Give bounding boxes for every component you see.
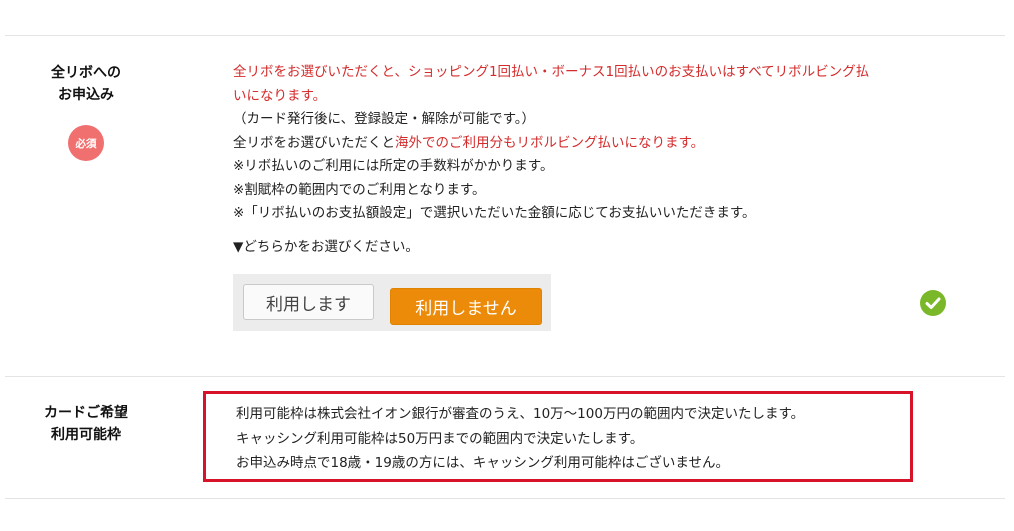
description-line: 全リボをお選びいただくと海外でのご利用分もリボルビング払いになります。 — [233, 132, 869, 156]
divider-middle — [5, 376, 1005, 377]
label-line: 利用可能枠 — [51, 427, 121, 443]
description-line: 全リボをお選びいただくと、ショッピング1回払い・ボーナス1回払いのお支払いはすべ… — [233, 64, 870, 80]
divider-bottom — [5, 498, 1005, 499]
description-line: ※「リボ払いのお支払額設定」で選択いただいた金額に応じてお支払いいただきます。 — [233, 205, 756, 221]
do-not-use-button[interactable]: 利用しません — [390, 288, 542, 325]
description-line: いになります。 — [233, 87, 327, 104]
description-line: ※リボ払いのご利用には所定の手数料がかかります。 — [233, 158, 554, 174]
section-label-credit-limit: カードご希望 利用可能枠 — [30, 402, 142, 446]
highlight-box: 利用可能枠は株式会社イオン銀行が審査のうえ、10万～100万円の範囲内で決定いた… — [203, 391, 913, 482]
description-text: 全リボをお選びいただくと — [233, 134, 395, 151]
use-button[interactable]: 利用します — [243, 284, 374, 320]
label-line: カードご希望 — [44, 405, 128, 421]
revo-choice-group: 利用します 利用しません — [233, 274, 551, 331]
description-line: 利用可能枠は株式会社イオン銀行が審査のうえ、10万～100万円の範囲内で決定いた… — [236, 406, 805, 422]
required-badge: 必須 — [68, 125, 104, 161]
description-line: キャッシング利用可能枠は50万円までの範囲内で決定いたします。 — [236, 430, 644, 447]
choice-prompt: ▼どちらかをお選びください。 — [233, 239, 419, 255]
divider-top — [5, 35, 1005, 36]
credit-limit-description: 利用可能枠は株式会社イオン銀行が審査のうえ、10万～100万円の範囲内で決定いた… — [236, 402, 804, 476]
section-label-revo: 全リボへの お申込み — [30, 62, 142, 106]
description-line: ※割賦枠の範囲内でのご利用となります。 — [233, 181, 486, 198]
revo-description: 全リボをお選びいただくと、ショッピング1回払い・ボーナス1回払いのお支払いはすべ… — [233, 61, 869, 226]
description-line: （カード発行後に、登録設定・解除が可能です。） — [233, 111, 535, 127]
description-text-red: 海外でのご利用分もリボルビング払いになります。 — [395, 134, 705, 151]
description-line: お申込み時点で18歳・19歳の方には、キャッシング利用可能枠はございません。 — [236, 455, 729, 471]
label-line: 全リボへの — [51, 65, 121, 81]
check-circle-icon — [920, 290, 946, 316]
label-line: お申込み — [58, 87, 114, 103]
